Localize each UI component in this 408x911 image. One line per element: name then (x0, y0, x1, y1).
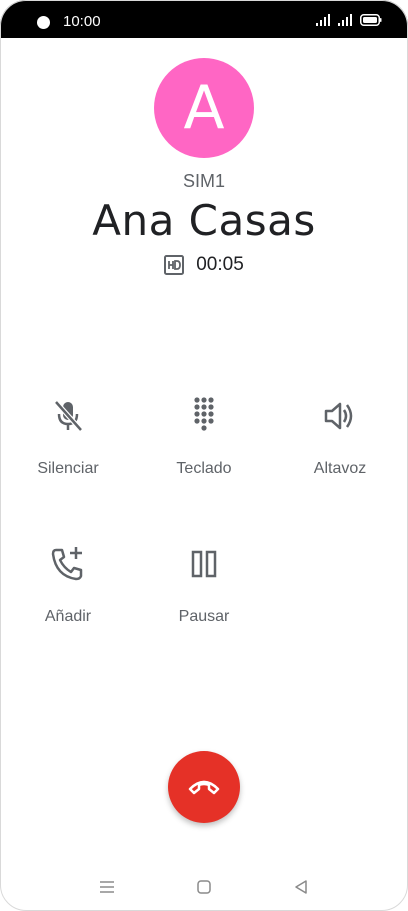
mute-button[interactable]: Silenciar (8, 396, 128, 478)
hold-button[interactable]: Pausar (144, 544, 264, 626)
call-duration-row: 00:05 (0, 254, 408, 276)
keypad-label: Teclado (176, 460, 232, 477)
contact-name: Ana Casas (92, 196, 316, 245)
signal-icon (338, 14, 352, 26)
notification-dot-icon (37, 16, 50, 29)
add-call-label: Añadir (44, 608, 92, 625)
menu-icon (100, 881, 114, 893)
end-call-icon (188, 780, 220, 795)
recent-apps-button[interactable] (92, 872, 122, 902)
speaker-icon (324, 402, 353, 430)
battery-icon (360, 14, 382, 26)
back-icon (295, 880, 307, 894)
phone-screen: 10:00 A SIM1 Ana Casas 00:05 Silenciar T… (0, 0, 408, 911)
end-call-button[interactable] (168, 751, 240, 823)
dialpad-icon (194, 397, 214, 431)
navigation-bar (0, 872, 408, 902)
sim-label: SIM1 (182, 171, 225, 191)
signal-icon (316, 14, 330, 26)
keypad-button[interactable]: Teclado (144, 396, 264, 478)
pause-icon (191, 550, 217, 578)
home-icon (197, 880, 211, 894)
call-duration: 00:05 (196, 254, 244, 275)
mic-off-icon (54, 400, 83, 432)
hold-label: Pausar (178, 608, 230, 625)
speaker-label: Altavoz (313, 460, 367, 477)
add-call-button[interactable]: Añadir (8, 544, 128, 626)
back-button[interactable] (286, 872, 316, 902)
hd-icon (164, 255, 185, 275)
mute-label: Silenciar (37, 460, 99, 477)
status-time: 10:00 (63, 13, 101, 30)
speaker-button[interactable]: Altavoz (280, 396, 400, 478)
contact-avatar: A (154, 58, 254, 158)
home-button[interactable] (189, 872, 219, 902)
status-icons (316, 14, 382, 26)
add-call-icon (51, 547, 83, 581)
status-bar: 10:00 (0, 0, 408, 38)
